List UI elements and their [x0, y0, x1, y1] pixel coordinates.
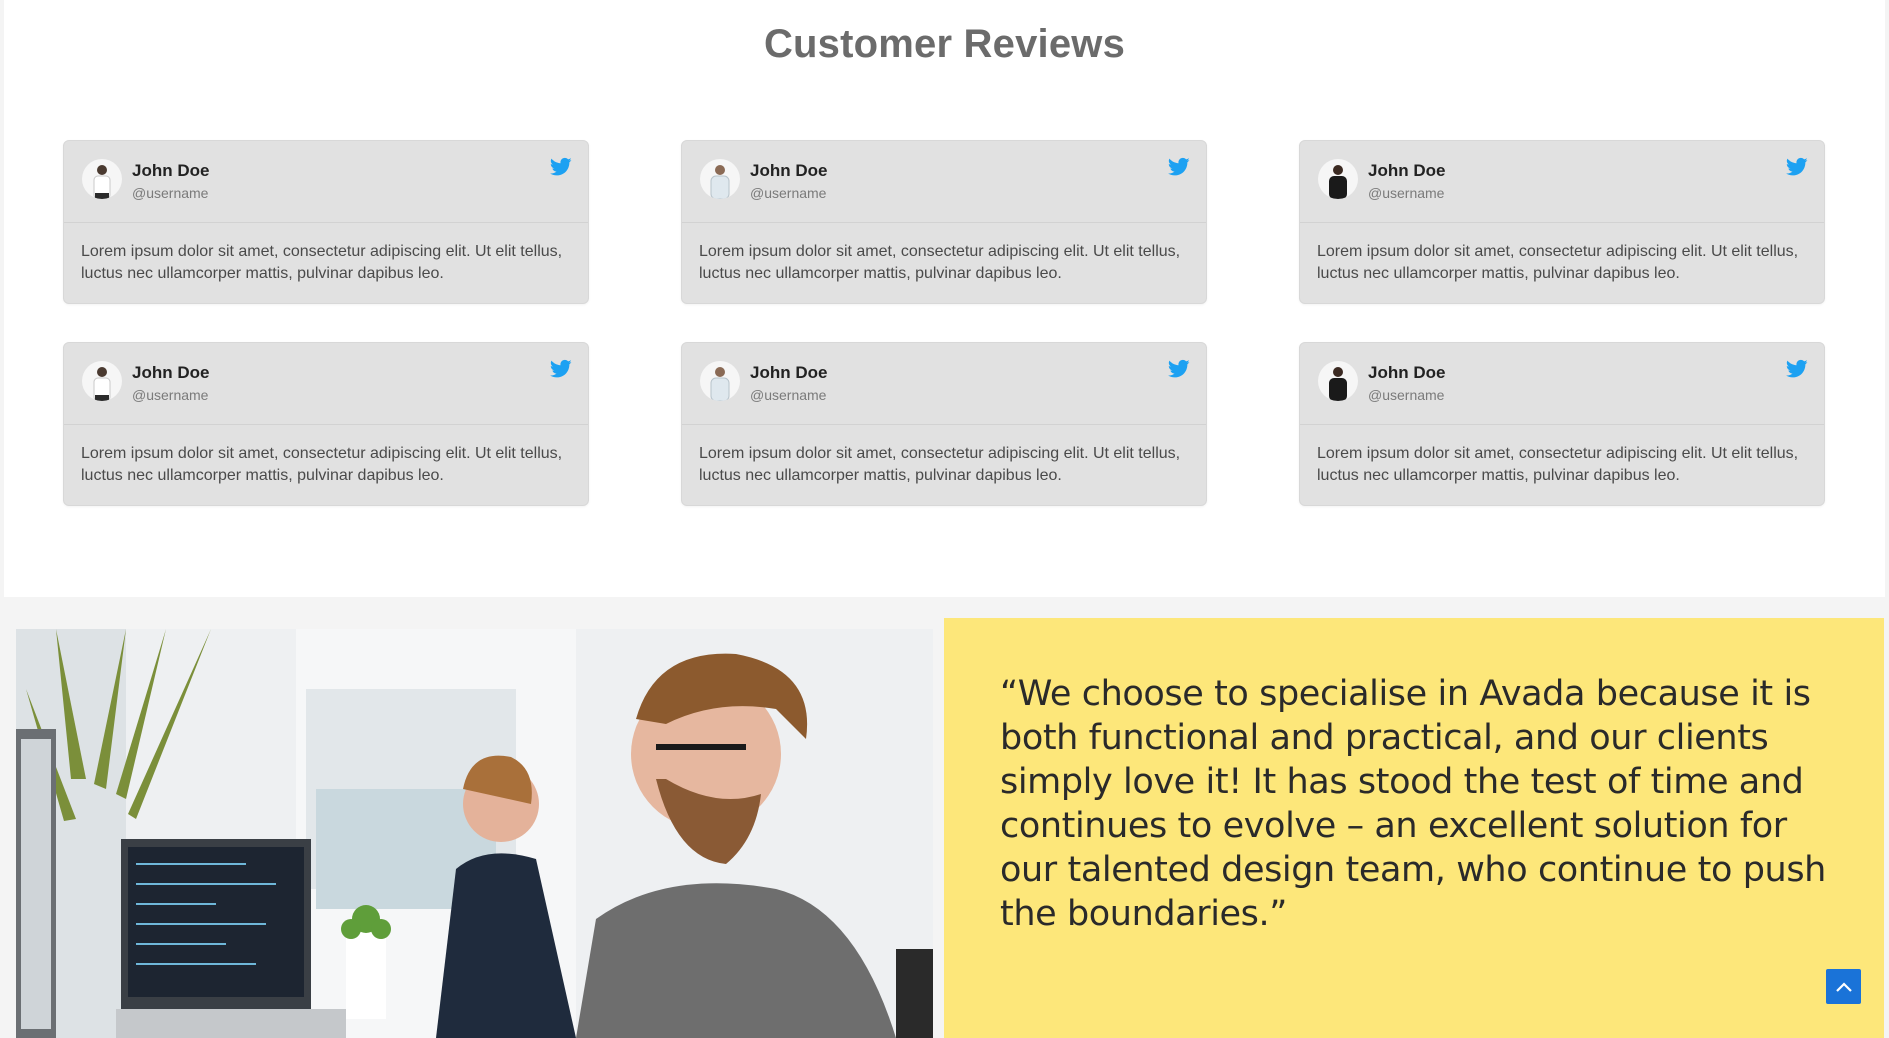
avatar	[1318, 159, 1358, 199]
twitter-icon[interactable]	[550, 157, 572, 177]
review-card: John Doe @username Lorem ipsum dolor sit…	[63, 342, 589, 506]
avatar	[700, 159, 740, 199]
review-card: John Doe @username Lorem ipsum dolor sit…	[63, 140, 589, 304]
review-text: Lorem ipsum dolor sit amet, consectetur …	[699, 445, 1181, 484]
review-card: John Doe @username Lorem ipsum dolor sit…	[1299, 342, 1825, 506]
scroll-to-top-button[interactable]	[1826, 969, 1861, 1004]
reviewer-handle[interactable]: @username	[750, 185, 826, 201]
review-text: Lorem ipsum dolor sit amet, consectetur …	[1317, 243, 1799, 282]
review-text: Lorem ipsum dolor sit amet, consectetur …	[81, 243, 563, 282]
testimonial-quote: “We choose to specialise in Avada becaus…	[1000, 674, 1826, 934]
reviewer-handle[interactable]: @username	[132, 185, 208, 201]
reviews-section: Customer Reviews John Doe @username Lore…	[4, 0, 1885, 597]
reviews-title: Customer Reviews	[763, 22, 1126, 66]
reviewer-handle[interactable]: @username	[132, 387, 208, 403]
reviewer-name: John Doe	[750, 161, 828, 180]
reviewer-name: John Doe	[1368, 161, 1446, 180]
avatar	[1318, 361, 1358, 401]
reviewer-handle[interactable]: @username	[1368, 185, 1444, 201]
review-card-header: John Doe @username	[682, 141, 1206, 223]
office-photo	[16, 629, 933, 1038]
review-card-header: John Doe @username	[682, 343, 1206, 425]
reviewer-handle[interactable]: @username	[750, 387, 826, 403]
review-card-header: John Doe @username	[64, 343, 588, 425]
reviewer-name: John Doe	[750, 363, 828, 382]
twitter-icon[interactable]	[1168, 157, 1190, 177]
avatar	[82, 361, 122, 401]
review-text: Lorem ipsum dolor sit amet, consectetur …	[81, 445, 563, 484]
review-card: John Doe @username Lorem ipsum dolor sit…	[681, 140, 1207, 304]
avatar	[700, 361, 740, 401]
reviewer-name: John Doe	[132, 161, 210, 180]
twitter-icon[interactable]	[1786, 359, 1808, 379]
review-text: Lorem ipsum dolor sit amet, consectetur …	[1317, 445, 1799, 484]
review-card: John Doe @username Lorem ipsum dolor sit…	[1299, 140, 1825, 304]
review-card: John Doe @username Lorem ipsum dolor sit…	[681, 342, 1207, 506]
chevron-up-icon	[1835, 981, 1852, 992]
twitter-icon[interactable]	[1786, 157, 1808, 177]
reviewer-name: John Doe	[132, 363, 210, 382]
review-card-header: John Doe @username	[64, 141, 588, 223]
twitter-icon[interactable]	[550, 359, 572, 379]
twitter-icon[interactable]	[1168, 359, 1190, 379]
review-text: Lorem ipsum dolor sit amet, consectetur …	[699, 243, 1181, 282]
review-card-header: John Doe @username	[1300, 343, 1824, 425]
reviewer-name: John Doe	[1368, 363, 1446, 382]
testimonial-panel: “We choose to specialise in Avada becaus…	[944, 618, 1884, 1038]
avatar	[82, 159, 122, 199]
reviewer-handle[interactable]: @username	[1368, 387, 1444, 403]
review-card-header: John Doe @username	[1300, 141, 1824, 223]
